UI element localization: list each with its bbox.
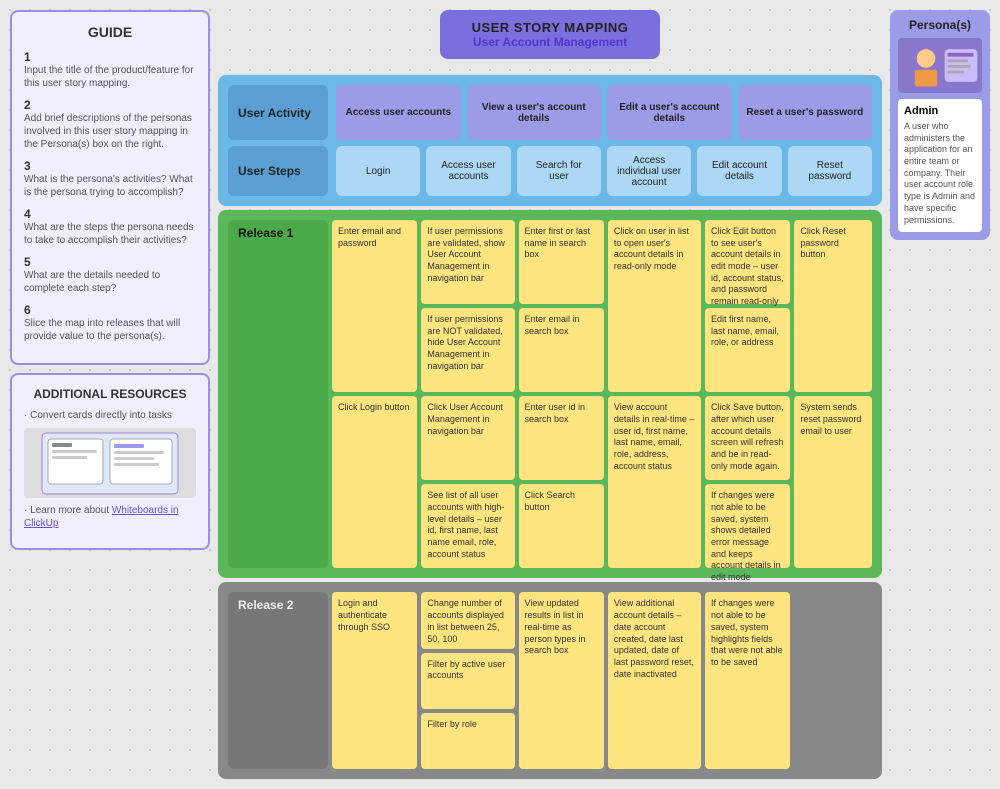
persona-image (898, 38, 982, 93)
persona-box: Persona(s) Admin A user who administers … (890, 10, 990, 240)
r1-c3-s1: Enter first or last name in search box (519, 220, 604, 304)
r1-c4-s2: View account details in real-time – user… (608, 396, 701, 568)
r2-c2-s1: Change number of accounts displayed in l… (421, 592, 514, 648)
step-1: Login (336, 146, 420, 196)
r1-c5-s1: Click Edit button to see user's account … (705, 220, 790, 304)
guide-step: 4What are the steps the persona needs to… (24, 207, 196, 247)
r1-c5-s4: If changes were not able to be saved, sy… (705, 484, 790, 568)
r1-c3-s4: Click Search button (519, 484, 604, 568)
resource-image (24, 428, 196, 498)
title-wrapper: USER STORY MAPPING User Account Manageme… (218, 10, 882, 67)
release2-col1: Login and authenticate through SSO (332, 592, 417, 769)
guide-steps: 1Input the title of the product/feature … (24, 50, 196, 343)
release1-col2: If user permissions are validated, show … (421, 220, 514, 568)
r1-c2-s1: If user permissions are validated, show … (421, 220, 514, 304)
release2-section: Release 2 Login and authenticate through… (218, 582, 882, 779)
persona-desc: A user who administers the application f… (904, 121, 976, 226)
guide-step: 6Slice the map into releases that will p… (24, 303, 196, 343)
release2-label: Release 2 (228, 592, 328, 769)
r1-c2-s4: See list of all user accounts with high-… (421, 484, 514, 568)
guide-step: 5What are the details needed to complete… (24, 255, 196, 295)
r2-c2-s2: Filter by active user accounts (421, 653, 514, 709)
resource-item-2[interactable]: · Learn more about Whiteboards in ClickU… (24, 504, 196, 530)
r1-c5-s3: Click Save button, after which user acco… (705, 396, 790, 480)
release1-section: Release 1 Enter email and password Click… (218, 210, 882, 578)
blue-section: User Activity Access user accounts View … (218, 75, 882, 206)
release2-col5: If changes were not able to be saved, sy… (705, 592, 790, 769)
step-6: Reset password (788, 146, 872, 196)
r1-c1-s1: Enter email and password (332, 220, 417, 392)
release2-row: Release 2 Login and authenticate through… (228, 592, 872, 769)
step-2: Access user accounts (426, 146, 510, 196)
release1-label: Release 1 (228, 220, 328, 568)
release2-col6 (794, 592, 872, 769)
user-steps-row: User Steps Login Access user accounts Se… (228, 146, 872, 196)
activity-2: View a user's account details (467, 85, 601, 140)
guide-step: 3What is the persona's activities? What … (24, 159, 196, 199)
main-area: USER STORY MAPPING User Account Manageme… (218, 10, 882, 779)
r1-c4-s1: Click on user in list to open user's acc… (608, 220, 701, 392)
title-card: USER STORY MAPPING User Account Manageme… (440, 10, 660, 59)
release1-col3: Enter first or last name in search box E… (519, 220, 604, 568)
release1-row: Release 1 Enter email and password Click… (228, 220, 872, 568)
activity-4: Reset a user's password (738, 85, 872, 140)
release2-col2: Change number of accounts displayed in l… (421, 592, 514, 769)
resources-box: ADDITIONAL RESOURCES · Convert cards dir… (10, 373, 210, 550)
release1-col5: Click Edit button to see user's account … (705, 220, 790, 568)
guide-box: GUIDE 1Input the title of the product/fe… (10, 10, 210, 365)
step-5: Edit account details (697, 146, 781, 196)
activity-1: Access user accounts (336, 85, 461, 140)
user-activity-label: User Activity (228, 85, 328, 140)
r2-c1-s1: Login and authenticate through SSO (332, 592, 417, 769)
r2-c2-s3: Filter by role (421, 713, 514, 769)
release2-col3: View updated results in list in real-tim… (519, 592, 604, 769)
r1-c5-s2: Edit first name, last name, email, role,… (705, 308, 790, 392)
release1-col1: Enter email and password Click Login but… (332, 220, 417, 568)
resource-item-1: · Convert cards directly into tasks (24, 409, 196, 422)
guide-step: 1Input the title of the product/feature … (24, 50, 196, 90)
r2-c4-s1: View additional account details – date a… (608, 592, 701, 769)
persona-card: Admin A user who administers the applica… (898, 99, 982, 232)
step-3: Search for user (517, 146, 601, 196)
release2-col4: View additional account details – date a… (608, 592, 701, 769)
left-panel: GUIDE 1Input the title of the product/fe… (10, 10, 210, 779)
r1-c2-s2: If user permissions are NOT validated, h… (421, 308, 514, 392)
r1-c3-s3: Enter user id in search box (519, 396, 604, 480)
release1-col6: Click Reset password button System sends… (794, 220, 872, 568)
r1-c6-s1: Click Reset password button (794, 220, 872, 392)
persona-name: Admin (904, 105, 976, 117)
r1-c6-s2: System sends reset password email to use… (794, 396, 872, 568)
r2-c5-s1: If changes were not able to be saved, sy… (705, 592, 790, 769)
main-title: USER STORY MAPPING (460, 20, 640, 35)
guide-title: GUIDE (24, 24, 196, 40)
user-steps-label: User Steps (228, 146, 328, 196)
r1-c1-s2: Click Login button (332, 396, 417, 568)
sub-title: User Account Management (460, 35, 640, 49)
r1-c2-s3: Click User Account Management in navigat… (421, 396, 514, 480)
release1-col4: Click on user in list to open user's acc… (608, 220, 701, 568)
activity-3: Edit a user's account details (607, 85, 732, 140)
r2-c3-s1: View updated results in list in real-tim… (519, 592, 604, 769)
guide-step: 2Add brief descriptions of the personas … (24, 98, 196, 151)
user-activity-row: User Activity Access user accounts View … (228, 85, 872, 140)
r1-c3-s2: Enter email in search box (519, 308, 604, 392)
resources-title: ADDITIONAL RESOURCES (24, 387, 196, 401)
persona-title: Persona(s) (898, 18, 982, 32)
step-4: Access individual user account (607, 146, 691, 196)
right-panel: Persona(s) Admin A user who administers … (890, 10, 990, 779)
